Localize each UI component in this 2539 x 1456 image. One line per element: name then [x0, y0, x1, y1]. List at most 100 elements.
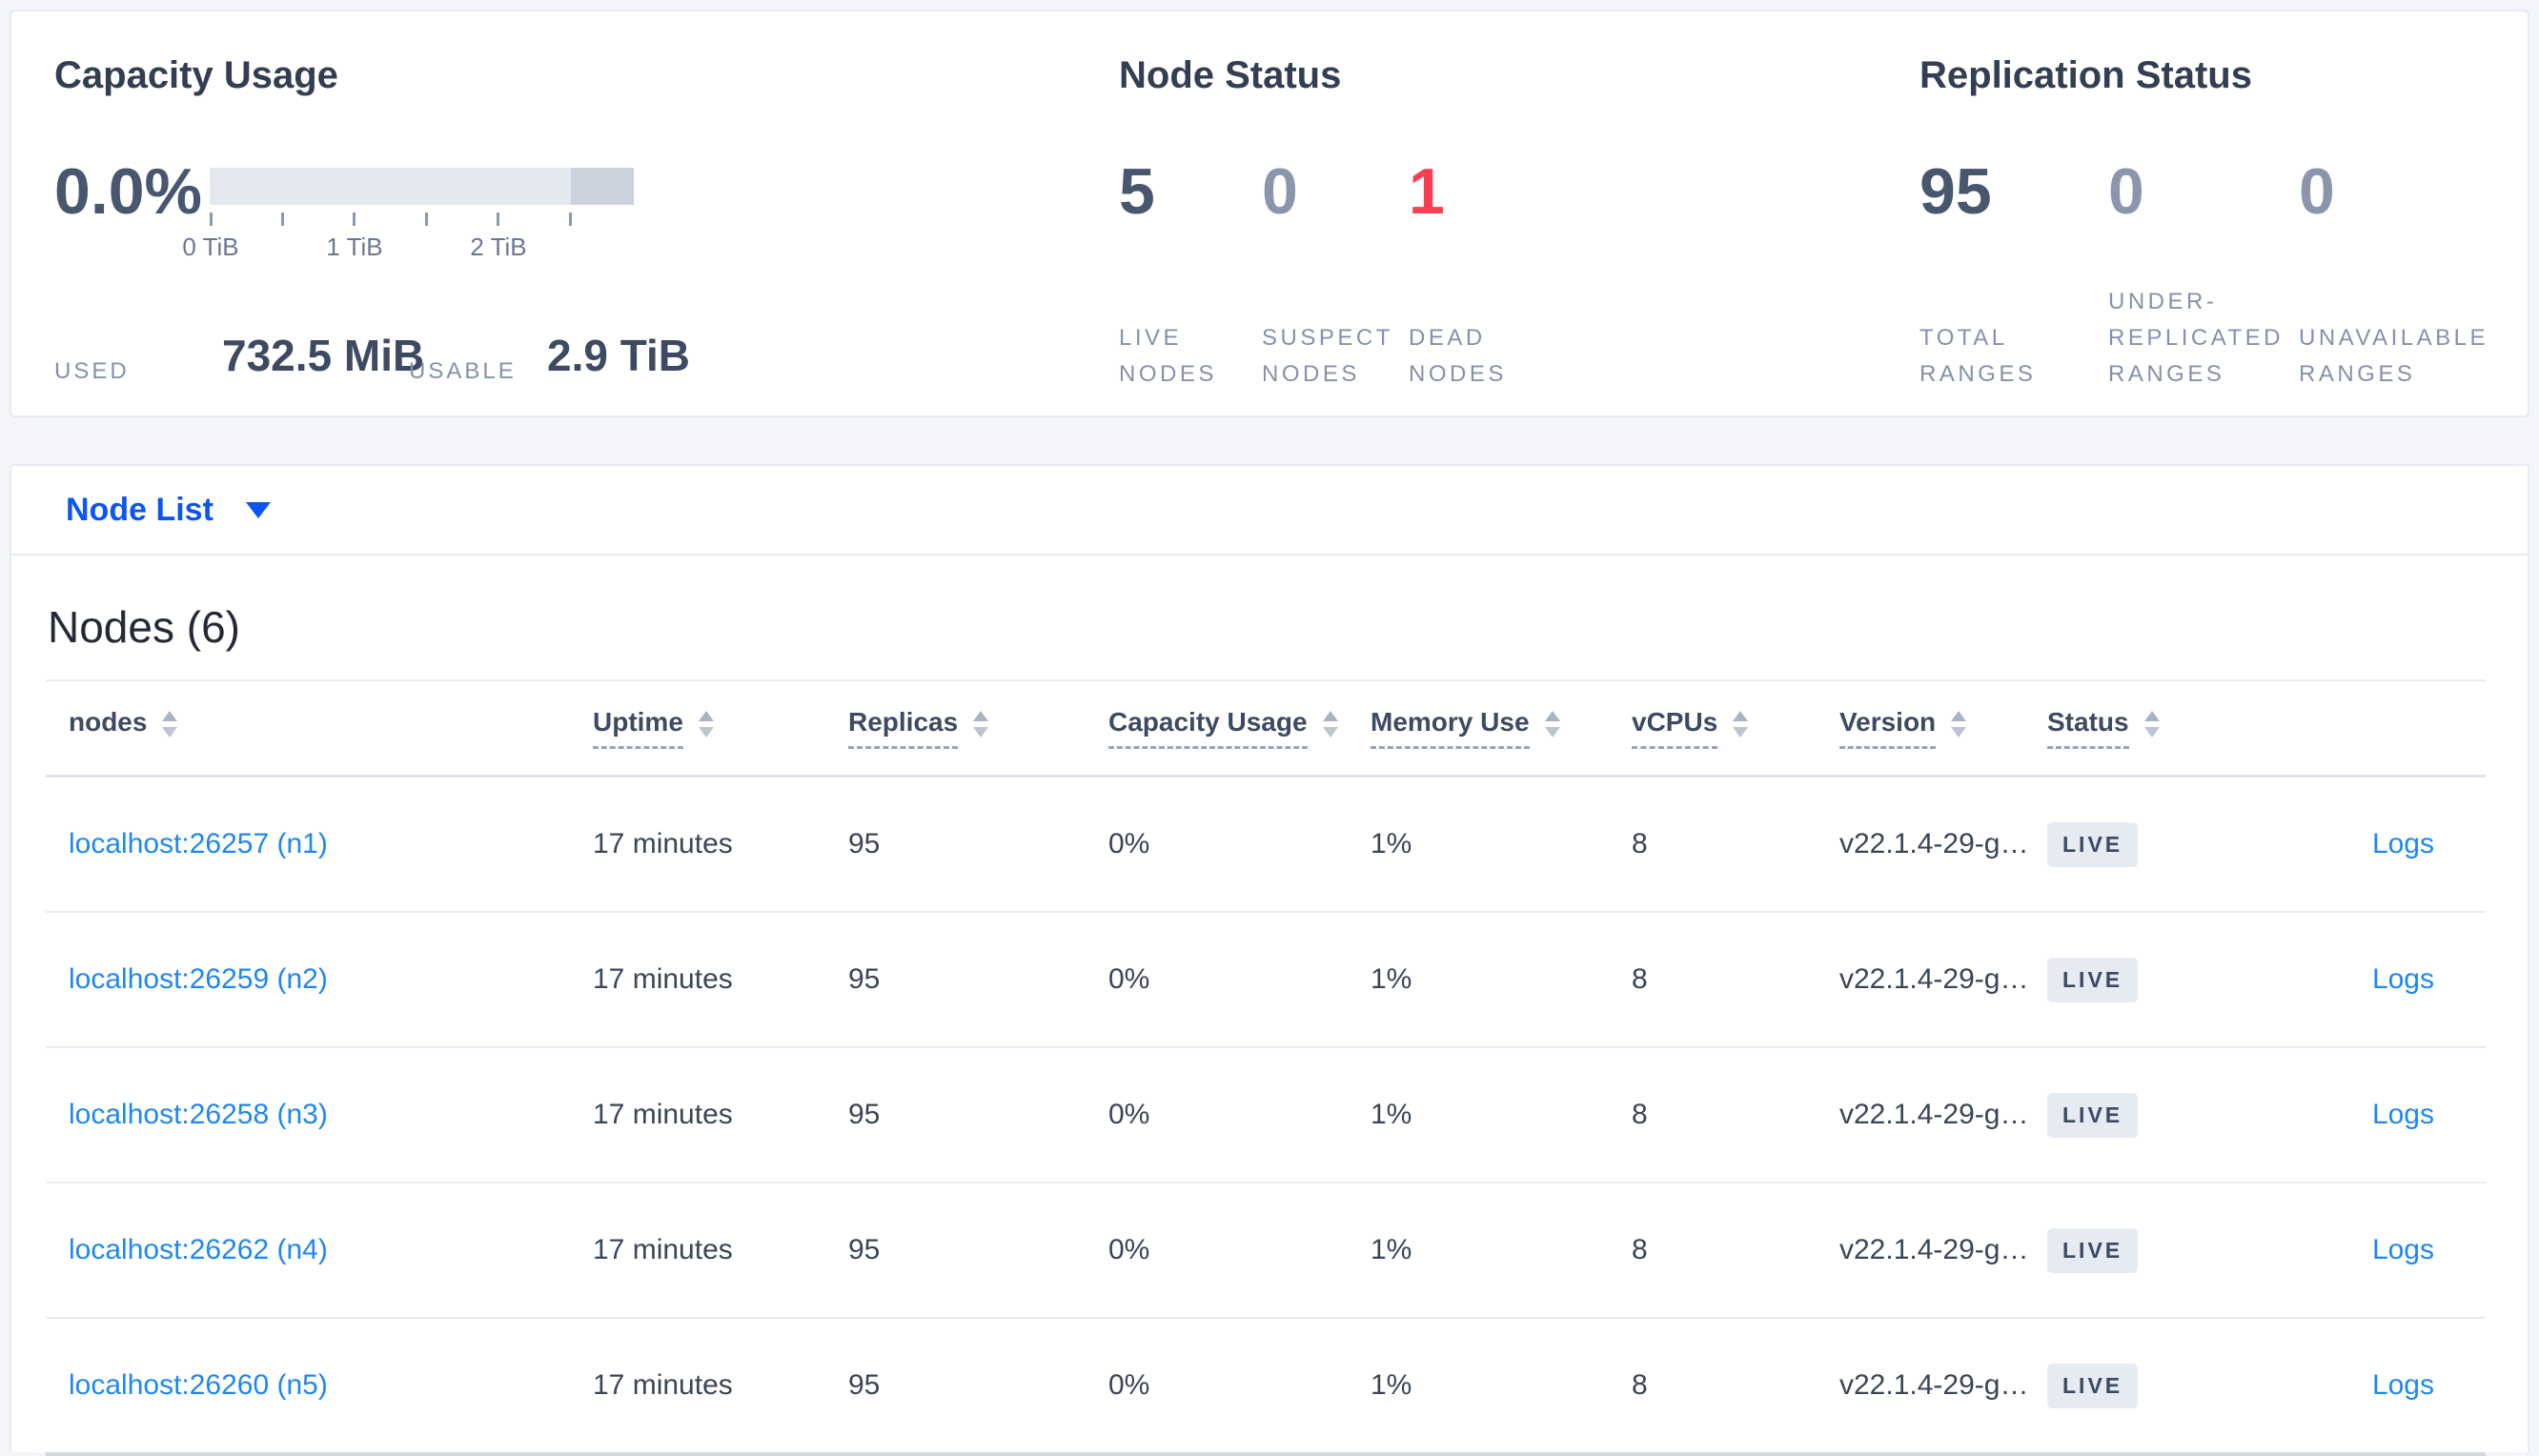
- node-link[interactable]: localhost:26258 (n3): [69, 1099, 328, 1130]
- column-header-replicas[interactable]: Replicas: [848, 707, 1108, 749]
- status-badge: LIVE: [2047, 821, 2139, 867]
- column-header-nodes[interactable]: nodes: [46, 707, 593, 749]
- sort-icon: [162, 711, 178, 738]
- uptime-cell: 17 minutes: [593, 1234, 733, 1265]
- table-row: localhost:26259 (n2) 17 minutes 95 0% 1%…: [46, 913, 2486, 1048]
- cluster-summary-panel: Capacity Usage 0.0% 0 TiB 1 TiB 2 TiB US…: [10, 10, 2529, 417]
- version-cell: v22.1.4-29-g…: [1839, 1234, 2029, 1265]
- uptime-cell: 17 minutes: [593, 828, 733, 859]
- sort-icon: [1322, 711, 1338, 738]
- uptime-cell: 17 minutes: [593, 1099, 733, 1130]
- sort-icon: [1733, 711, 1749, 738]
- dead-nodes-label: DEAD NODES: [1409, 325, 1507, 387]
- axis-tick: [353, 212, 355, 226]
- view-selector-dropdown[interactable]: Node List: [66, 466, 271, 554]
- logs-link[interactable]: Logs: [2372, 1099, 2434, 1130]
- capacity-usage-cell: 0%: [1108, 1234, 1150, 1265]
- version-cell: v22.1.4-29-g…: [1839, 828, 2029, 859]
- node-link[interactable]: localhost:26257 (n1): [69, 828, 328, 859]
- unavailable-ranges-count: 0: [2299, 155, 2335, 228]
- dead-nodes-count: 1: [1409, 155, 1445, 228]
- memory-use-cell: 1%: [1371, 1099, 1412, 1130]
- table-row: localhost:26257 (n1) 17 minutes 95 0% 1%…: [46, 778, 2486, 913]
- logs-link[interactable]: Logs: [2372, 963, 2434, 995]
- logs-link[interactable]: Logs: [2372, 1369, 2434, 1401]
- memory-use-cell: 1%: [1371, 1234, 1412, 1265]
- usable-label: USABLE: [409, 358, 517, 384]
- cluster-overview-page: Capacity Usage 0.0% 0 TiB 1 TiB 2 TiB US…: [0, 0, 2539, 1456]
- axis-tick: [425, 212, 428, 226]
- axis-tick: [569, 212, 572, 226]
- capacity-usage-cell: 0%: [1108, 1099, 1150, 1130]
- sort-icon: [1951, 711, 1967, 738]
- column-header-version[interactable]: Version: [1839, 707, 2047, 749]
- vcpus-cell: 8: [1632, 1234, 1648, 1265]
- capacity-usage-cell: 0%: [1108, 1369, 1150, 1401]
- column-header-status[interactable]: Status: [2047, 707, 2314, 749]
- axis-tick: [281, 212, 284, 226]
- axis-tick: [497, 212, 499, 226]
- nodes-panel: Nodes (6) nodes Uptime Replicas Capacity…: [10, 556, 2529, 1456]
- table-row: localhost:26258 (n3) 17 minutes 95 0% 1%…: [46, 1048, 2486, 1183]
- status-badge: LIVE: [2047, 1092, 2139, 1138]
- vcpus-cell: 8: [1632, 1369, 1648, 1401]
- capacity-usage-cell: 0%: [1108, 963, 1150, 995]
- table-row: localhost:26260 (n5) 17 minutes 95 0% 1%…: [46, 1319, 2486, 1456]
- under-replicated-ranges-count: 0: [2108, 155, 2144, 228]
- column-header-memory-use[interactable]: Memory Use: [1371, 707, 1632, 749]
- version-cell: v22.1.4-29-g…: [1839, 1369, 2029, 1401]
- total-ranges-count: 95: [1919, 155, 1992, 228]
- axis-tick-label: 1 TiB: [326, 233, 383, 261]
- node-link[interactable]: localhost:26262 (n4): [69, 1234, 328, 1265]
- capacity-usage-cell: 0%: [1108, 828, 1150, 859]
- chevron-down-icon: [245, 501, 271, 518]
- dead-nodes-stat: 1 DEAD NODES: [1409, 11, 1590, 415]
- live-nodes-label: LIVE NODES: [1119, 325, 1217, 387]
- replicas-cell: 95: [848, 1099, 881, 1130]
- total-ranges-stat: 95 TOTAL RANGES: [1919, 11, 2101, 415]
- view-selector-label: Node List: [66, 491, 213, 528]
- uptime-cell: 17 minutes: [593, 963, 733, 995]
- replicas-cell: 95: [848, 1234, 881, 1265]
- memory-use-cell: 1%: [1371, 1369, 1412, 1401]
- total-ranges-label: TOTAL RANGES: [1919, 325, 2037, 387]
- unavailable-ranges-stat: 0 UNAVAILABLE RANGES: [2299, 11, 2486, 415]
- under-replicated-ranges-stat: 0 UNDER- REPLICATED RANGES: [2108, 11, 2289, 415]
- suspect-nodes-label: SUSPECT NODES: [1262, 325, 1393, 387]
- table-header-row: nodes Uptime Replicas Capacity Usage Mem…: [46, 681, 2486, 778]
- column-header-vcpus[interactable]: vCPUs: [1632, 707, 1839, 749]
- sort-icon: [973, 711, 989, 738]
- used-value: 732.5 MiB: [222, 331, 425, 380]
- replicas-cell: 95: [848, 1369, 881, 1401]
- capacity-bar-tail: [571, 168, 634, 205]
- capacity-usage-title: Capacity Usage: [54, 54, 338, 96]
- capacity-used-percent: 0.0%: [54, 155, 202, 228]
- suspect-nodes-count: 0: [1262, 155, 1298, 228]
- node-link[interactable]: localhost:26259 (n2): [69, 963, 328, 995]
- used-label: USED: [54, 358, 130, 384]
- memory-use-cell: 1%: [1371, 963, 1412, 995]
- under-replicated-ranges-label: UNDER- REPLICATED RANGES: [2108, 289, 2284, 387]
- memory-use-cell: 1%: [1371, 828, 1412, 859]
- vcpus-cell: 8: [1632, 1099, 1648, 1130]
- logs-link[interactable]: Logs: [2372, 1234, 2434, 1265]
- replicas-cell: 95: [848, 963, 881, 995]
- status-badge: LIVE: [2047, 957, 2139, 1002]
- table-row: localhost:26262 (n4) 17 minutes 95 0% 1%…: [46, 1183, 2486, 1319]
- axis-tick: [210, 212, 213, 226]
- sort-icon: [1544, 711, 1560, 738]
- live-nodes-count: 5: [1119, 155, 1155, 228]
- vcpus-cell: 8: [1632, 828, 1648, 859]
- axis-tick-label: 2 TiB: [470, 233, 527, 261]
- sort-icon: [2143, 711, 2160, 738]
- capacity-bar-chart: 0 TiB 1 TiB 2 TiB: [182, 168, 634, 261]
- sort-icon: [698, 711, 714, 738]
- nodes-heading: Nodes (6): [48, 602, 240, 652]
- status-badge: LIVE: [2047, 1363, 2139, 1408]
- status-badge: LIVE: [2047, 1227, 2139, 1273]
- column-header-uptime[interactable]: Uptime: [593, 707, 848, 749]
- unavailable-ranges-label: UNAVAILABLE RANGES: [2299, 325, 2489, 387]
- logs-link[interactable]: Logs: [2372, 828, 2434, 859]
- node-link[interactable]: localhost:26260 (n5): [69, 1369, 328, 1401]
- column-header-capacity-usage[interactable]: Capacity Usage: [1108, 707, 1371, 749]
